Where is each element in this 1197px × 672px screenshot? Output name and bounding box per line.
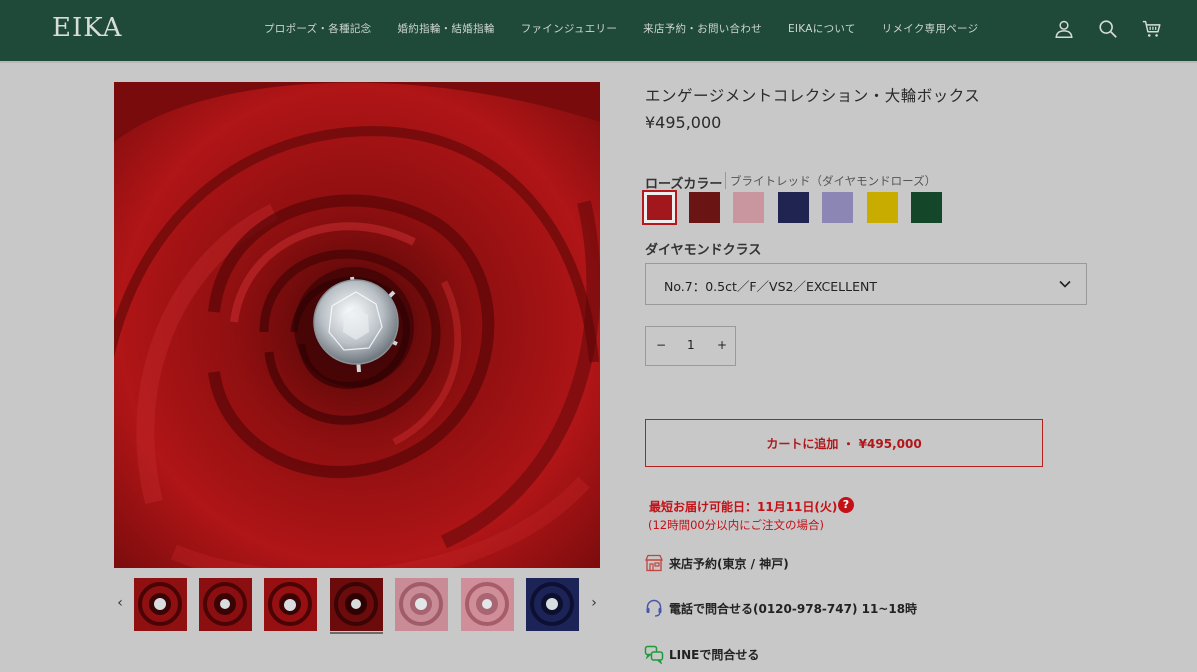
thumbnail-carousel: ‹ › [110, 577, 605, 635]
swatch-pink[interactable] [733, 192, 764, 223]
phone-inquiry-text: 電話で問合せる(0120-978-747) 11~18時 [669, 602, 918, 616]
thumbnail-prev-arrow[interactable]: ‹ [112, 595, 128, 611]
header-divider [0, 61, 1197, 63]
swatch-yellow[interactable] [866, 192, 898, 223]
nav-item-about[interactable]: EIKAについて [788, 21, 856, 36]
nav-item-reservation[interactable]: 来店予約・お問い合わせ [643, 21, 762, 36]
nav-item-proposal[interactable]: プロポーズ・各種記念 [264, 21, 371, 36]
add-to-cart-button[interactable]: カートに追加 ・ ¥495,000 [645, 419, 1043, 467]
thumbnail-7[interactable] [526, 578, 579, 631]
rose-color-label: ローズカラー [645, 177, 723, 192]
nav-item-fine-jewelry[interactable]: ファインジュエリー [521, 21, 617, 36]
chevron-down-icon [1059, 280, 1071, 288]
thumbnail-4-active[interactable] [330, 578, 383, 634]
swatch-bright-red[interactable] [642, 190, 677, 225]
rose-color-swatches [642, 190, 956, 225]
search-icon[interactable] [1097, 18, 1119, 40]
product-price: ¥495,000 [645, 113, 722, 132]
store-icon [644, 554, 664, 572]
delivery-note: (12時間00分以内にご注文の場合) [648, 518, 825, 532]
line-inquiry-text: LINEで問合せる [669, 648, 760, 662]
quantity-plus-button[interactable]: + [717, 338, 727, 352]
quantity-stepper: − 1 + [645, 326, 736, 366]
site-logo[interactable]: EIKA [52, 13, 122, 43]
nav-item-remake[interactable]: リメイク専用ページ [882, 21, 979, 36]
line-chat-icon [644, 645, 664, 664]
swatch-lavender[interactable] [822, 192, 853, 223]
thumbnail-3[interactable] [264, 578, 317, 631]
thumbnail-1[interactable] [134, 578, 187, 631]
product-title: エンゲージメントコレクション・大輪ボックス [645, 87, 981, 105]
rose-diamond-image [114, 82, 600, 568]
main-nav: プロポーズ・各種記念 婚約指輪・結婚指輪 ファインジュエリー 来店予約・お問い合… [264, 21, 1004, 36]
headset-icon [646, 599, 662, 617]
product-main-image[interactable] [114, 82, 600, 568]
cart-icon[interactable] [1141, 18, 1163, 40]
option-separator [725, 172, 726, 189]
diamond-class-label: ダイヤモンドクラス [645, 243, 762, 258]
diamond-class-selected-value: No.7：0.5ct／F／VS2／EXCELLENT [664, 279, 877, 294]
swatch-dark-red[interactable] [688, 192, 720, 223]
quantity-input[interactable]: 1 [687, 338, 695, 352]
site-header: EIKA プロポーズ・各種記念 婚約指輪・結婚指輪 ファインジュエリー 来店予約… [0, 0, 1197, 61]
thumbnail-2[interactable] [199, 578, 252, 631]
add-to-cart-label: カートに追加 ・ ¥495,000 [766, 436, 922, 451]
rose-color-selected-value: ブライトレッド（ダイヤモンドローズ） [730, 174, 937, 188]
account-icon[interactable] [1053, 18, 1075, 40]
swatch-navy[interactable] [777, 192, 809, 223]
delivery-date: 最短お届け可能日：11月11日(火) [649, 500, 838, 514]
store-reservation-text: 来店予約(東京 / 神戸) [669, 557, 789, 571]
thumbnail-5[interactable] [395, 578, 448, 631]
quantity-minus-button[interactable]: − [656, 338, 666, 352]
help-icon[interactable]: ? [838, 497, 854, 513]
nav-item-rings[interactable]: 婚約指輪・結婚指輪 [397, 21, 494, 36]
diamond-class-select[interactable]: No.7：0.5ct／F／VS2／EXCELLENT [645, 263, 1087, 305]
swatch-green[interactable] [911, 192, 942, 223]
thumbnail-next-arrow[interactable]: › [586, 595, 602, 611]
thumbnail-6[interactable] [461, 578, 514, 631]
